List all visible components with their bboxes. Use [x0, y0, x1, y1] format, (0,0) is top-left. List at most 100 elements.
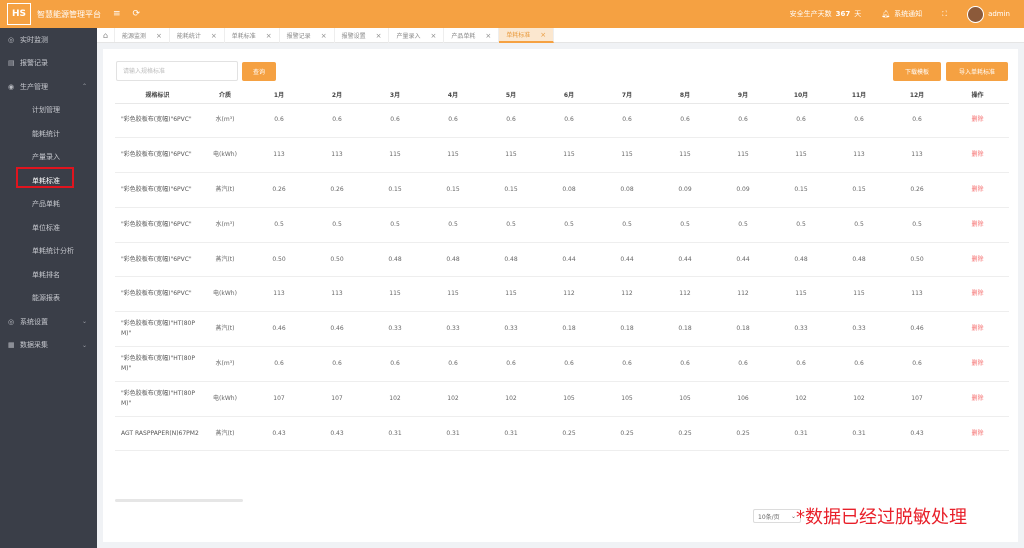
month-value-cell: 0.09 [656, 172, 714, 208]
avatar[interactable] [967, 5, 985, 23]
delete-button[interactable]: 删除 [946, 381, 1009, 417]
tab-active[interactable]: 单耗标准 × [499, 28, 555, 43]
delete-button[interactable]: 删除 [946, 242, 1009, 278]
medium-cell: 蒸汽(t) [200, 311, 250, 348]
delete-button[interactable]: 删除 [946, 103, 1009, 139]
month-value-cell: 0.48 [424, 242, 482, 278]
tab-item[interactable]: 单耗标准 × [225, 28, 280, 43]
delete-button[interactable]: 删除 [946, 207, 1009, 243]
refresh-icon[interactable]: ⟳ [133, 9, 141, 19]
horizontal-scrollbar[interactable] [115, 499, 243, 502]
month-value-cell: 0.6 [598, 346, 656, 382]
search-button[interactable]: 查询 [242, 62, 276, 81]
column-header: 11月 [830, 86, 888, 104]
close-icon[interactable]: × [376, 32, 382, 40]
sidebar-item-production[interactable]: ◉ 生产管理 ⌃ [0, 75, 97, 99]
month-value-cell: 115 [366, 276, 424, 313]
table-header-row: 规格标识 介质 1月 2月 3月 4月 5月 6月 7月 8月 9月 10月 11月 12月 操作 [115, 86, 1009, 104]
month-value-cell: 0.50 [308, 242, 366, 278]
sidebar-item-monitor[interactable]: ◎ 实时监测 [0, 28, 97, 52]
search-input[interactable] [116, 61, 238, 81]
tab-item[interactable]: 能源监测 × [115, 28, 170, 43]
sidebar-subitem-output-entry[interactable]: 产量录入 [0, 146, 97, 170]
medium-cell: 电(kWh) [200, 137, 250, 174]
close-icon[interactable]: × [156, 32, 162, 40]
sidebar-item-settings[interactable]: ◎ 系统设置 ⌄ [0, 310, 97, 334]
delete-button[interactable]: 删除 [946, 416, 1009, 452]
main-panel: 查询 下载模板 导入单耗标准 规格标识介质1月2月3月4月5月6月7月8月9月1… [103, 49, 1018, 542]
month-value-cell: 0.6 [540, 346, 598, 382]
month-value-cell: 0.6 [250, 346, 308, 382]
tab-item[interactable]: 报警记录 × [280, 28, 335, 43]
notice-button[interactable]: 🔔︎ 系统通知 [881, 9, 922, 19]
month-value-cell: 112 [598, 276, 656, 313]
sidebar-item-data[interactable]: ▦ 数据采集 ⌄ [0, 334, 97, 358]
monitor-icon: ◎ [8, 35, 15, 44]
medium-cell: 水(m³) [200, 103, 250, 139]
sidebar-subitem-ranking[interactable]: 单耗排名 [0, 263, 97, 287]
close-icon[interactable]: × [321, 32, 327, 40]
month-value-cell: 0.31 [830, 416, 888, 452]
safe-days: 安全生产天数 367 天 [789, 10, 862, 18]
close-icon[interactable]: × [266, 32, 272, 40]
table-body: "彩色胶板布(宽幅)"6PVC" 水(m³) 0.6 0.6 0.6 0.6 0.6 0.6 0… [115, 103, 1009, 452]
download-template-button[interactable]: 下载模板 [893, 62, 941, 81]
sidebar-subitem-unit-standard[interactable]: 单耗标准 [0, 169, 97, 193]
month-value-cell: 0.5 [656, 207, 714, 243]
home-icon[interactable]: ⌂ [97, 28, 115, 42]
tab-item[interactable]: 报警设置 × [335, 28, 390, 43]
page-size-select[interactable]: 10条/页 ⌄ [753, 509, 801, 523]
month-value-cell: 0.48 [482, 242, 540, 278]
delete-button[interactable]: 删除 [946, 346, 1009, 382]
chevron-down-icon: ⌄ [81, 318, 87, 326]
tab-item[interactable]: 产品单耗 × [444, 28, 500, 43]
tab-item[interactable]: 产量录入 × [389, 28, 445, 43]
month-value-cell: 0.15 [424, 172, 482, 208]
month-value-cell: 0.25 [540, 416, 598, 452]
month-value-cell: 106 [714, 381, 772, 417]
sidebar-subitem-product-unit[interactable]: 产品单耗 [0, 193, 97, 217]
month-value-cell: 115 [714, 137, 772, 174]
close-icon[interactable]: × [485, 32, 491, 40]
sidebar-subitem-plan[interactable]: 计划管理 [0, 99, 97, 123]
month-value-cell: 0.25 [656, 416, 714, 452]
month-value-cell: 0.46 [888, 311, 946, 348]
menu-fold-icon[interactable]: ≡ [113, 9, 121, 19]
delete-button[interactable]: 删除 [946, 172, 1009, 208]
month-value-cell: 102 [424, 381, 482, 417]
tab-item[interactable]: 能耗统计 × [170, 28, 225, 43]
month-value-cell: 115 [772, 276, 830, 313]
close-icon[interactable]: × [430, 32, 436, 40]
month-value-cell: 0.31 [772, 416, 830, 452]
month-value-cell: 0.15 [772, 172, 830, 208]
month-value-cell: 0.48 [830, 242, 888, 278]
sidebar-subitem-unit-std[interactable]: 单位标准 [0, 216, 97, 240]
sidebar-subitem-analysis[interactable]: 单耗统计分析 [0, 240, 97, 264]
chevron-up-icon: ⌃ [81, 83, 87, 91]
delete-button[interactable]: 删除 [946, 137, 1009, 174]
spec-cell: "彩色胶板布(宽幅)"HT(80PM)" [115, 346, 200, 382]
import-button[interactable]: 导入单耗标准 [946, 62, 1008, 81]
username[interactable]: admin [988, 10, 1010, 18]
sidebar-subitem-energy-stats[interactable]: 能耗统计 [0, 122, 97, 146]
month-value-cell: 115 [656, 137, 714, 174]
fullscreen-icon[interactable]: ⛶ [942, 10, 947, 19]
close-icon[interactable]: × [211, 32, 217, 40]
month-value-cell: 0.6 [482, 103, 540, 139]
column-header: 规格标识 [115, 86, 200, 104]
table-row: "彩色胶板布(宽幅)"6PVC" 蒸汽(t) 0.26 0.26 0.15 0.15 0.1… [115, 172, 1009, 208]
delete-button[interactable]: 删除 [946, 311, 1009, 348]
month-value-cell: 0.26 [888, 172, 946, 208]
delete-button[interactable]: 删除 [946, 276, 1009, 313]
sidebar-item-alarm[interactable]: ▤ 报警记录 [0, 52, 97, 76]
month-value-cell: 102 [482, 381, 540, 417]
month-value-cell: 115 [830, 276, 888, 313]
close-icon[interactable]: × [540, 31, 546, 39]
month-value-cell: 0.5 [540, 207, 598, 243]
month-value-cell: 113 [308, 276, 366, 313]
month-value-cell: 0.33 [424, 311, 482, 348]
month-value-cell: 0.5 [482, 207, 540, 243]
month-value-cell: 0.6 [888, 346, 946, 382]
month-value-cell: 0.26 [308, 172, 366, 208]
sidebar-subitem-report[interactable]: 能源报表 [0, 287, 97, 311]
